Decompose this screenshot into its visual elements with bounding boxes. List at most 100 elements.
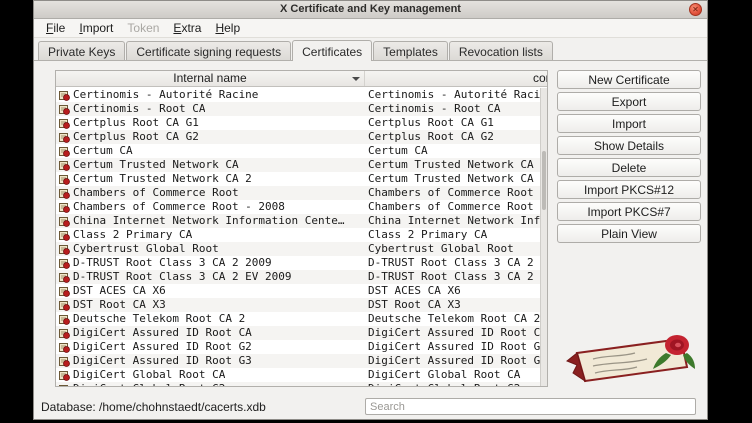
tab-certificate-signing-requests[interactable]: Certificate signing requests <box>126 41 291 60</box>
internal-name-text: DST Root CA X3 <box>73 298 166 312</box>
cell-internal-name: Certplus Root CA G1 <box>56 116 365 130</box>
certificate-icon <box>59 384 70 387</box>
table-row[interactable]: DigiCert Global Root CADigiCert Global R… <box>56 368 540 382</box>
table-row[interactable]: D-TRUST Root Class 3 CA 2 EV 2009D-TRUST… <box>56 270 540 284</box>
certificate-icon <box>59 118 70 129</box>
internal-name-text: Certinomis - Autorité Racine <box>73 88 258 102</box>
table-row[interactable]: Chambers of Commerce RootChambers of Com… <box>56 186 540 200</box>
table-row[interactable]: Certum Trusted Network CA 2Certum Truste… <box>56 172 540 186</box>
cell-internal-name: DigiCert Global Root CA <box>56 368 365 382</box>
export-button[interactable]: Export <box>557 92 701 111</box>
internal-name-text: China Internet Network Information Cente… <box>73 214 345 228</box>
table-row[interactable]: Deutsche Telekom Root CA 2Deutsche Telek… <box>56 312 540 326</box>
tab-revocation-lists[interactable]: Revocation lists <box>449 41 553 60</box>
content-panel: Internal name commonName Certinomis - Au… <box>34 60 707 395</box>
table-row[interactable]: D-TRUST Root Class 3 CA 2 2009D-TRUST Ro… <box>56 256 540 270</box>
import-pkcs7-button[interactable]: Import PKCS#7 <box>557 202 701 221</box>
table-row[interactable]: DigiCert Assured ID Root G3 DigiCert Assu… <box>56 354 540 368</box>
table-row[interactable]: DST Root CA X3 DST Root CA X3 <box>56 298 540 312</box>
table-row[interactable]: Certplus Root CA G1Certplus Root CA G1 <box>56 116 540 130</box>
certificate-icon <box>59 146 70 157</box>
scrollbar-thumb[interactable] <box>542 151 546 211</box>
table-row[interactable]: DigiCert Assured ID Root CADigiCert Assu… <box>56 326 540 340</box>
certificate-icon <box>59 174 70 185</box>
certificate-icon <box>59 328 70 339</box>
table-row[interactable]: DST ACES CA X6 DST ACES CA X6 <box>56 284 540 298</box>
certificate-icon <box>59 216 70 227</box>
xca-logo <box>563 323 703 391</box>
internal-name-text: DST ACES CA X6 <box>73 284 166 298</box>
internal-name-text: DigiCert Assured ID Root CA <box>73 326 252 340</box>
search-input[interactable] <box>365 398 696 415</box>
cell-internal-name: Certinomis - Autorité Racine <box>56 88 365 102</box>
table-row[interactable]: Cybertrust Global RootCybertrust Global … <box>56 242 540 256</box>
table-row[interactable]: Certplus Root CA G2Certplus Root CA G2 <box>56 130 540 144</box>
column-header-commonname[interactable]: commonName <box>365 71 547 86</box>
close-button[interactable]: ✕ <box>689 3 702 16</box>
internal-name-text: Certum Trusted Network CA <box>73 158 239 172</box>
import-button[interactable]: Import <box>557 114 701 133</box>
app-window: X Certificate and Key management ✕ FileI… <box>33 0 708 420</box>
certificate-icon <box>59 202 70 213</box>
cell-commonname: Certum CA <box>365 144 540 158</box>
cell-internal-name: DigiCert Assured ID Root CA <box>56 326 365 340</box>
internal-name-text: Chambers of Commerce Root <box>73 186 239 200</box>
table-row[interactable]: Certinomis - Autorité RacineCertinomis -… <box>56 88 540 102</box>
column-header-internal-name[interactable]: Internal name <box>56 71 365 86</box>
cell-commonname: China Internet Network Information Cente… <box>365 214 540 228</box>
cell-commonname: Class 2 Primary CA <box>365 228 540 242</box>
table-row[interactable]: Class 2 Primary CAClass 2 Primary CA <box>56 228 540 242</box>
cell-internal-name: D-TRUST Root Class 3 CA 2 2009 <box>56 256 365 270</box>
show-details-button[interactable]: Show Details <box>557 136 701 155</box>
table-row[interactable]: Certinomis - Root CACertinomis - Root CA <box>56 102 540 116</box>
internal-name-text: D-TRUST Root Class 3 CA 2 EV 2009 <box>73 270 292 284</box>
menu-extra[interactable]: Extra <box>166 20 208 36</box>
menu-file[interactable]: File <box>39 20 72 36</box>
internal-name-text: Chambers of Commerce Root - 2008 <box>73 200 285 214</box>
cell-commonname: Certinomis - Root CA <box>365 102 540 116</box>
plain-view-button[interactable]: Plain View <box>557 224 701 243</box>
table-row[interactable]: DigiCert Assured ID Root G2DigiCert Assu… <box>56 340 540 354</box>
cell-commonname: DST ACES CA X6 <box>365 284 540 298</box>
import-pkcs12-button[interactable]: Import PKCS#12 <box>557 180 701 199</box>
cell-commonname: Cybertrust Global Root <box>365 242 540 256</box>
tab-certificates[interactable]: Certificates <box>292 40 372 61</box>
cell-internal-name: Chambers of Commerce Root - 2008 <box>56 200 365 214</box>
menu-help[interactable]: Help <box>208 20 247 36</box>
delete-button[interactable]: Delete <box>557 158 701 177</box>
vertical-scrollbar[interactable] <box>540 88 547 386</box>
new-certificate-button[interactable]: New Certificate <box>557 70 701 89</box>
cell-internal-name: Certum CA <box>56 144 365 158</box>
internal-name-text: DigiCert Global Root G2 <box>73 382 225 386</box>
tab-templates[interactable]: Templates <box>373 41 448 60</box>
cell-commonname: DigiCert Global Root G2 <box>365 382 540 386</box>
database-path: Database: /home/chohnstaedt/cacerts.xdb <box>41 400 266 414</box>
certificate-icon <box>59 90 70 101</box>
table-row[interactable]: Certum CA Certum CA <box>56 144 540 158</box>
cell-internal-name: China Internet Network Information Cente… <box>56 214 365 228</box>
internal-name-text: DigiCert Assured ID Root G3 <box>73 354 252 368</box>
cell-commonname: DigiCert Global Root CA <box>365 368 540 382</box>
internal-name-text: D-TRUST Root Class 3 CA 2 2009 <box>73 256 272 270</box>
certificate-icon <box>59 258 70 269</box>
internal-name-text: Deutsche Telekom Root CA 2 <box>73 312 245 326</box>
internal-name-text: Certum CA <box>73 144 133 158</box>
certificate-icon <box>59 356 70 367</box>
menu-token: Token <box>120 20 166 36</box>
certificate-icon <box>59 314 70 325</box>
cell-commonname: Certplus Root CA G2 <box>365 130 540 144</box>
menu-import[interactable]: Import <box>72 20 120 36</box>
table-row[interactable]: DigiCert Global Root G2 DigiCert Global R… <box>56 382 540 386</box>
table-row[interactable]: China Internet Network Information Cente… <box>56 214 540 228</box>
table-row[interactable]: Chambers of Commerce Root - 2008Chambers… <box>56 200 540 214</box>
table-row[interactable]: Certum Trusted Network CACertum Trusted … <box>56 158 540 172</box>
cell-commonname: DigiCert Assured ID Root G3 <box>365 354 540 368</box>
cell-internal-name: Certum Trusted Network CA <box>56 158 365 172</box>
tab-private-keys[interactable]: Private Keys <box>38 41 125 60</box>
cell-commonname: Certplus Root CA G1 <box>365 116 540 130</box>
cell-internal-name: D-TRUST Root Class 3 CA 2 EV 2009 <box>56 270 365 284</box>
titlebar: X Certificate and Key management ✕ <box>34 1 707 19</box>
table-header: Internal name commonName <box>56 71 547 87</box>
column-label-commonname: commonName <box>533 71 547 86</box>
cell-commonname: DST Root CA X3 <box>365 298 540 312</box>
